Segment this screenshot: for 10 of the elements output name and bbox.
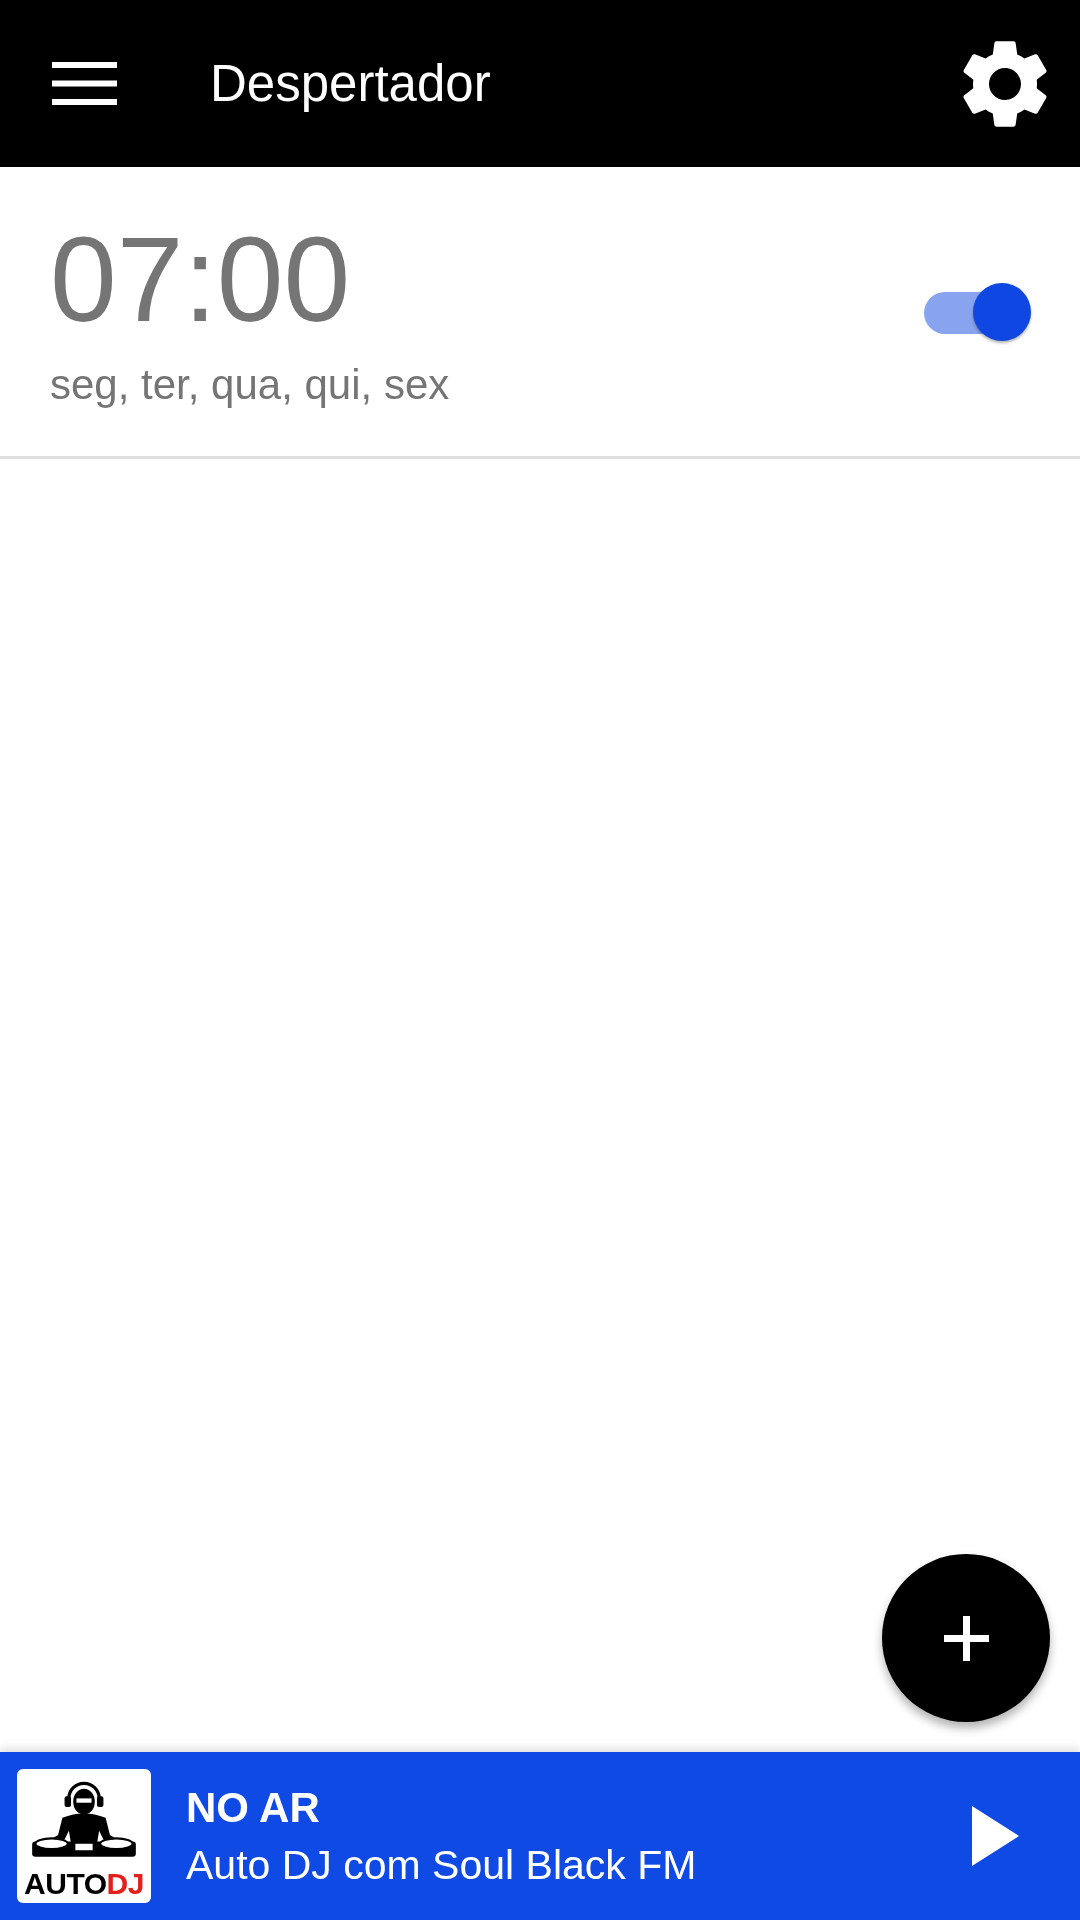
alarm-switch[interactable] — [924, 282, 1032, 343]
play-icon[interactable] — [972, 1806, 1019, 1866]
logo-text: AUTODJ — [24, 1869, 144, 1899]
on-air-label: NO AR — [186, 1786, 320, 1829]
station-title: Auto DJ com Soul Black FM — [186, 1844, 697, 1886]
menu-icon[interactable] — [52, 62, 117, 105]
plus-icon — [943, 1615, 989, 1661]
alarm-days: seg, ter, qua, qui, sex — [50, 364, 450, 406]
alarm-time: 07:00 — [50, 219, 351, 339]
settings-icon[interactable] — [963, 40, 1047, 127]
